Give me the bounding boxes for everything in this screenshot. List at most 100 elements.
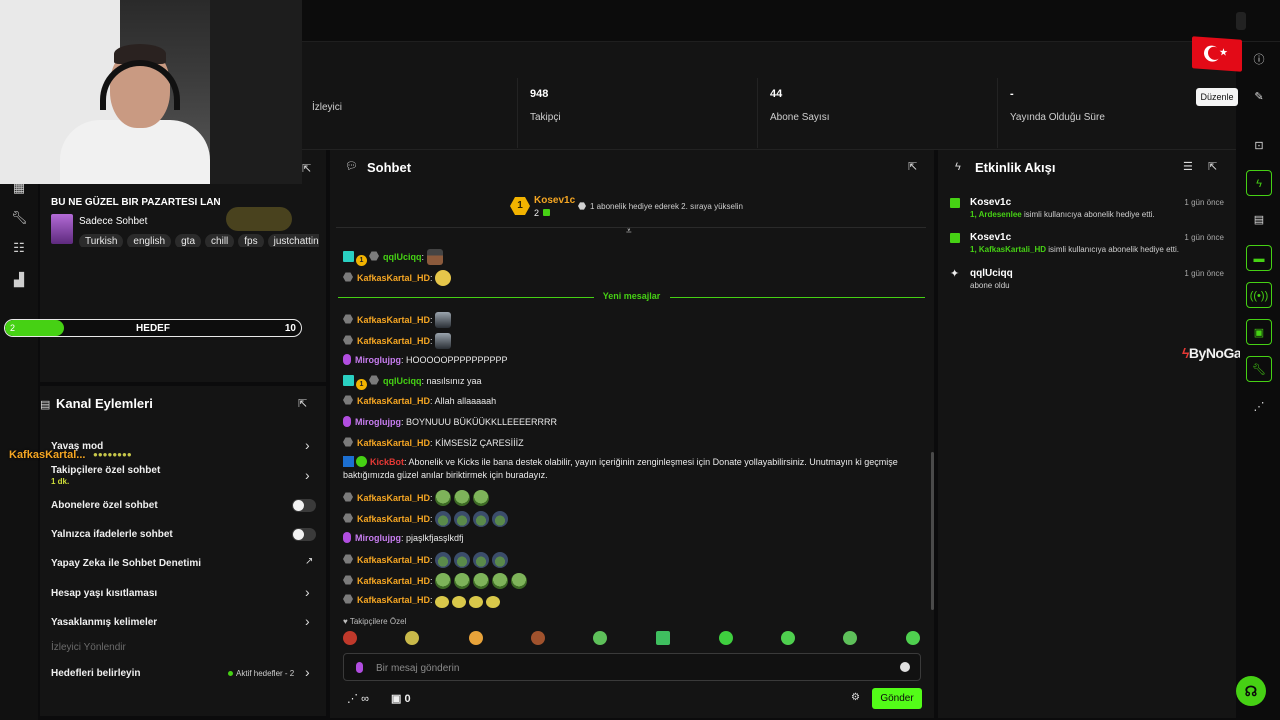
chat-username[interactable]: KafkasKartal_HD xyxy=(357,273,430,283)
tag[interactable]: chill xyxy=(205,234,235,247)
support-icon[interactable]: ☊ xyxy=(1236,676,1266,706)
chat-scrollbar[interactable] xyxy=(931,452,934,610)
focus-icon[interactable]: ⊡ xyxy=(1246,133,1272,159)
chat-username[interactable]: KafkasKartal_HD xyxy=(357,576,430,586)
lightning-icon[interactable]: ϟ xyxy=(1246,170,1272,196)
tag[interactable]: Turkish xyxy=(79,234,124,247)
sparkle-icon: ✦ xyxy=(950,268,960,280)
gift-icon xyxy=(950,233,960,243)
gift-count[interactable]: ▣ 0 xyxy=(391,692,411,705)
chat-username[interactable]: Miroglujpg xyxy=(355,417,401,427)
badge-icon xyxy=(343,437,353,447)
emote-icon xyxy=(486,596,501,608)
category-thumbnail[interactable] xyxy=(51,214,73,244)
popout-icon[interactable]: ⇱ xyxy=(298,397,307,410)
gear-icon[interactable]: ⚙ xyxy=(851,692,860,703)
emote-icon[interactable] xyxy=(469,631,483,645)
stat-subscribers-value: 44 xyxy=(770,88,783,100)
activity-user[interactable]: Kosev1c xyxy=(970,232,1011,243)
badge-icon xyxy=(369,375,379,385)
tag[interactable]: english xyxy=(127,234,172,247)
panel-icon[interactable]: ▣ xyxy=(1246,319,1272,345)
emote-icon[interactable] xyxy=(343,631,357,645)
filter-icon[interactable]: ☰ xyxy=(1183,160,1193,173)
activity-desc: abone oldu xyxy=(970,281,1010,290)
emotes-only-toggle[interactable] xyxy=(292,528,316,541)
external-link-icon[interactable]: ↗ xyxy=(305,556,313,567)
overlay-username: KafkasKartal... xyxy=(9,449,86,461)
chat-username[interactable]: KafkasKartal_HD xyxy=(357,493,430,503)
tag[interactable]: fps xyxy=(238,234,264,247)
badge-icon: 1 xyxy=(356,255,367,266)
emote-icon xyxy=(454,573,471,589)
chevron-right-icon[interactable]: › xyxy=(305,584,310,600)
gift-icon xyxy=(950,198,960,208)
channel-points[interactable]: ⋰ ∞ xyxy=(347,692,369,705)
chat-username[interactable]: qqlUciqq xyxy=(383,376,422,386)
activity-user[interactable]: Kosev1c xyxy=(970,197,1011,208)
leaderboard-user[interactable]: Kosev1c xyxy=(534,195,575,206)
tag-list: Turkishenglishgtachillfpsjustchatting xyxy=(79,231,319,247)
chevron-right-icon[interactable]: › xyxy=(305,613,310,629)
chevron-right-icon[interactable]: › xyxy=(305,664,310,680)
chat-username[interactable]: KafkasKartal_HD xyxy=(357,336,430,346)
activity-user[interactable]: qqlUciqq xyxy=(970,268,1013,279)
chat-icon[interactable]: ▬ xyxy=(1246,245,1272,271)
wrench-icon[interactable]: 🔧︎ xyxy=(1246,356,1272,382)
chat-input-box xyxy=(343,653,921,681)
tag[interactable]: justchatting xyxy=(267,234,319,247)
chat-username[interactable]: qqlUciqq xyxy=(383,252,422,262)
emote-icon[interactable] xyxy=(781,631,795,645)
chevron-right-icon[interactable]: › xyxy=(305,467,310,483)
emote-icon[interactable] xyxy=(405,631,419,645)
broadcast-icon[interactable]: ▟ xyxy=(11,272,27,288)
users-icon[interactable]: ☷ xyxy=(11,240,27,256)
chat-message: 1 qqlUciqq: xyxy=(343,249,446,266)
chat-username[interactable]: KafkasKartal_HD xyxy=(357,315,430,325)
chat-username[interactable]: KafkasKartal_HD xyxy=(357,438,430,448)
chat-text: KİMSESİZ ÇARESİİİZ xyxy=(435,438,524,448)
followers-only-row[interactable]: Takipçilere özel sohbet xyxy=(51,465,160,476)
emote-icon[interactable] xyxy=(656,631,670,645)
emote-icon[interactable] xyxy=(906,631,920,645)
emoji-icon[interactable] xyxy=(900,662,910,672)
popout-icon[interactable]: ⇱ xyxy=(302,162,311,175)
chat-message: KafkasKartal_HD: xyxy=(343,333,454,349)
wrench-icon[interactable]: 🔧︎ xyxy=(11,210,28,226)
overlay-emote xyxy=(226,207,292,231)
category-name[interactable]: Sadece Sohbet xyxy=(79,216,147,227)
popout-icon[interactable]: ⇱ xyxy=(1208,160,1217,173)
chat-username[interactable]: Miroglujpg xyxy=(355,355,401,365)
chat-username[interactable]: KafkasKartal_HD xyxy=(357,595,430,605)
info-icon[interactable]: ⓘ xyxy=(1246,47,1272,73)
account-age-row[interactable]: Hesap yaşı kısıtlaması xyxy=(51,588,157,599)
document-icon[interactable]: ▤ xyxy=(1246,207,1272,233)
chat-username[interactable]: KafkasKartal_HD xyxy=(357,396,430,406)
chat-username[interactable]: KafkasKartal_HD xyxy=(357,555,430,565)
send-button[interactable]: Gönder xyxy=(872,688,922,709)
emote-icon[interactable] xyxy=(843,631,857,645)
share-icon[interactable]: ⋰ xyxy=(1246,394,1272,420)
microphone-icon[interactable] xyxy=(356,662,363,673)
chat-input[interactable] xyxy=(376,660,876,676)
banned-words-row[interactable]: Yasaklanmış kelimeler xyxy=(51,617,157,628)
set-goals-row[interactable]: Hedefleri belirleyin xyxy=(51,668,140,679)
pencil-icon[interactable]: ✎ xyxy=(1246,84,1272,110)
chat-username[interactable]: KafkasKartal_HD xyxy=(357,514,430,524)
popout-icon[interactable]: ⇱ xyxy=(908,160,917,173)
emote-icon[interactable] xyxy=(719,631,733,645)
subscribers-only-toggle[interactable] xyxy=(292,499,316,512)
emote-icon[interactable] xyxy=(593,631,607,645)
chat-username[interactable]: KickBot xyxy=(370,457,404,467)
scroll-down-icon[interactable]: ⩡ xyxy=(626,226,632,237)
emote-icon[interactable] xyxy=(531,631,545,645)
profile-icon[interactable] xyxy=(1236,12,1246,30)
ai-moderation-row[interactable]: Yapay Zeka ile Sohbet Denetimi xyxy=(51,558,201,569)
chevron-right-icon[interactable]: › xyxy=(305,437,310,453)
broadcast-icon[interactable]: ((•)) xyxy=(1246,282,1272,308)
chat-username[interactable]: Miroglujpg xyxy=(355,533,401,543)
tag[interactable]: gta xyxy=(175,234,202,247)
emote-icon xyxy=(473,552,490,568)
emote-icon xyxy=(473,573,490,589)
emote-icon xyxy=(454,490,471,506)
